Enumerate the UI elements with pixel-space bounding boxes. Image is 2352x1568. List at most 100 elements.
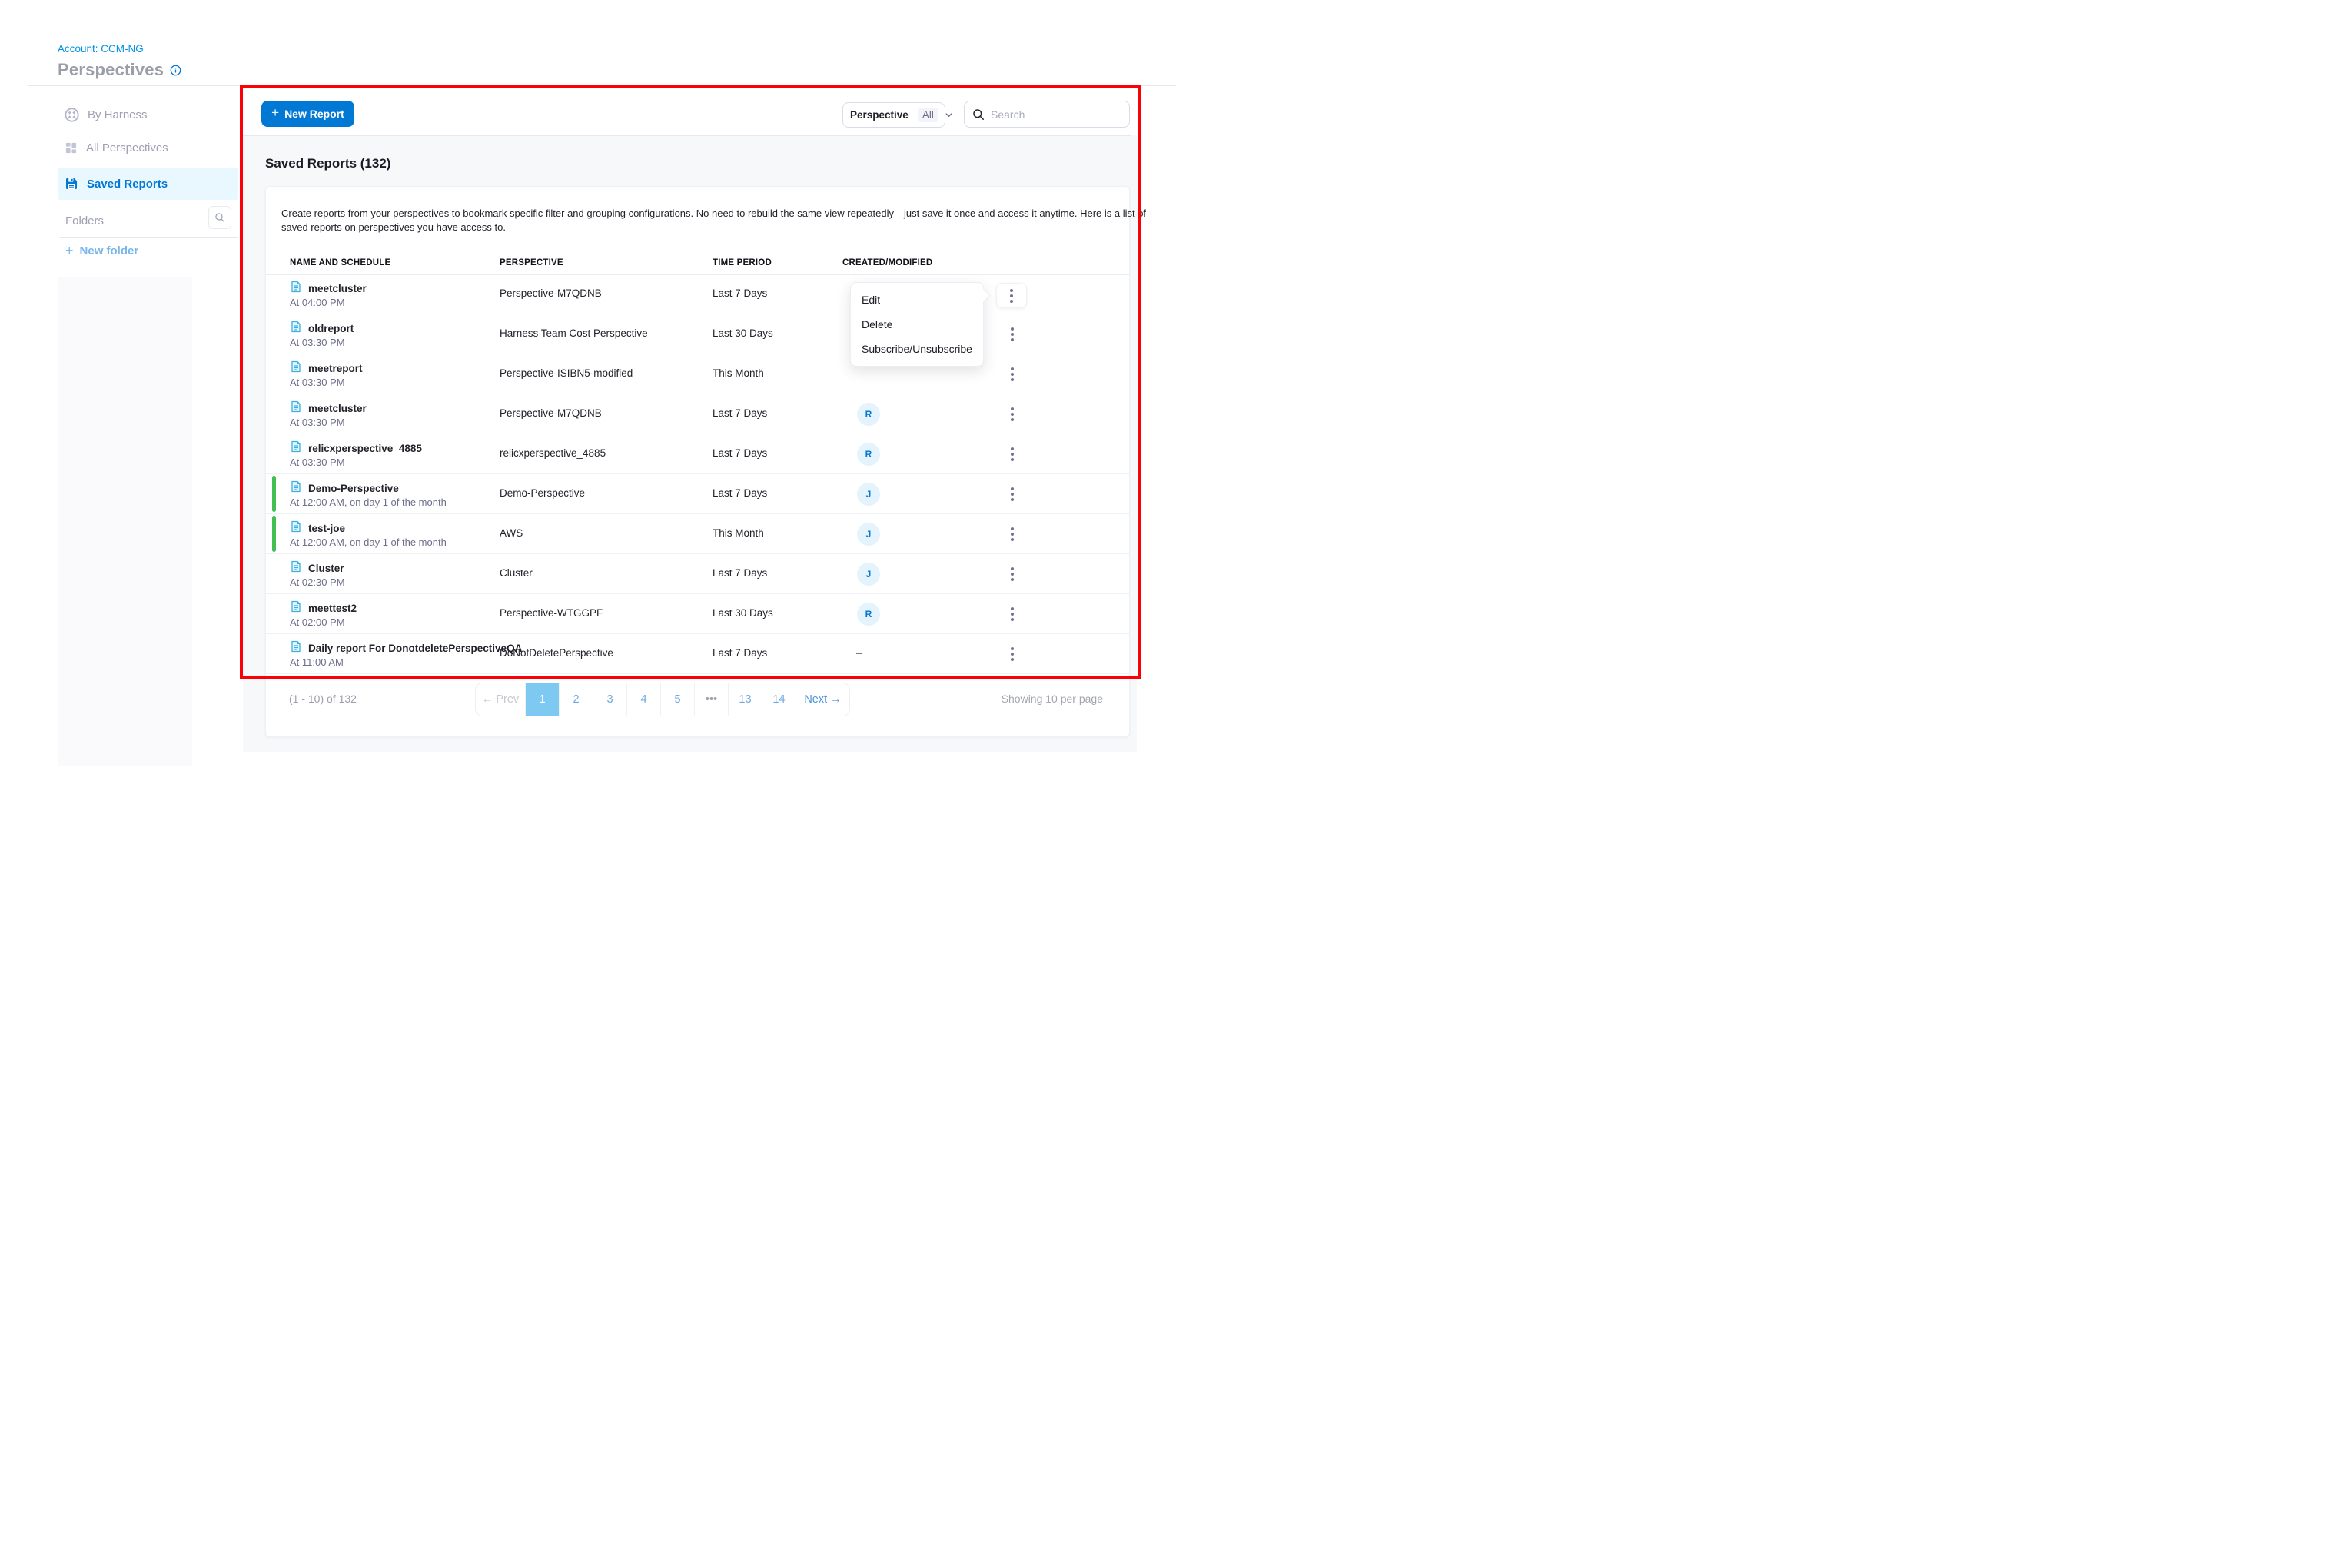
table-row[interactable]: oldreport At 03:30 PM Harness Team Cost … xyxy=(266,314,1129,354)
table-row[interactable]: test-joe At 12:00 AM, on day 1 of the mo… xyxy=(266,514,1129,554)
report-name: meetreport xyxy=(308,363,363,374)
description: Create reports from your perspectives to… xyxy=(281,207,1119,234)
pagination-next-button[interactable]: Next → xyxy=(796,683,849,716)
report-icon xyxy=(290,520,302,537)
row-menu-button[interactable] xyxy=(1002,524,1023,544)
new-folder-button[interactable]: + New folder xyxy=(65,243,138,259)
report-icon xyxy=(290,400,302,417)
pagination-page-14[interactable]: 14 xyxy=(762,683,796,716)
table-row[interactable]: relicxperspective_4885 At 03:30 PM relic… xyxy=(266,434,1129,474)
report-schedule: At 12:00 AM, on day 1 of the month xyxy=(290,537,447,548)
plus-icon: + xyxy=(65,243,74,259)
report-icon xyxy=(290,480,302,497)
header-divider xyxy=(28,85,1176,86)
perspective-cell: relicxperspective_4885 xyxy=(500,447,606,459)
active-schedule-indicator xyxy=(272,476,276,512)
time-period-cell: Last 30 Days xyxy=(713,607,773,619)
context-menu-subscribe[interactable]: Subscribe/Unsubscribe xyxy=(851,337,983,361)
created-by-avatar: J xyxy=(857,523,880,546)
report-icon xyxy=(290,600,302,616)
report-schedule: At 02:30 PM xyxy=(290,576,345,588)
report-name: test-joe xyxy=(308,523,345,534)
report-schedule: At 03:30 PM xyxy=(290,377,345,388)
folders-divider xyxy=(60,237,238,238)
report-schedule: At 04:00 PM xyxy=(290,297,345,308)
created-by-avatar: J xyxy=(857,483,880,506)
filter-label: Perspective xyxy=(850,109,909,121)
new-folder-label: New folder xyxy=(80,244,139,257)
column-header-created-modified: CREATED/MODIFIED xyxy=(842,258,932,267)
harness-logo-icon xyxy=(65,108,79,122)
time-period-cell: Last 7 Days xyxy=(713,407,767,419)
report-icon xyxy=(290,281,302,297)
search-icon xyxy=(214,212,225,223)
report-icon xyxy=(290,560,302,576)
report-icon xyxy=(290,360,302,377)
sidebar-item-all-perspectives[interactable]: All Perspectives xyxy=(58,135,238,161)
table-row[interactable]: meettest2 At 02:00 PM Perspective-WTGGPF… xyxy=(266,594,1129,634)
folders-search-button[interactable] xyxy=(208,206,231,229)
search-input[interactable] xyxy=(991,108,1130,121)
row-menu-button[interactable] xyxy=(1002,604,1023,624)
table-row[interactable]: Demo-Perspective At 12:00 AM, on day 1 o… xyxy=(266,474,1129,514)
perspective-cell: Perspective-M7QDNB xyxy=(500,407,602,419)
context-menu-delete[interactable]: Delete xyxy=(851,312,983,337)
pagination-page-3[interactable]: 3 xyxy=(593,683,626,716)
sidebar-item-saved-reports[interactable]: Saved Reports xyxy=(58,168,238,200)
report-name: Daily report For DonotdeletePerspectiveQ… xyxy=(308,643,522,654)
time-period-cell: This Month xyxy=(713,527,764,539)
pagination-page-5[interactable]: 5 xyxy=(660,683,694,716)
folders-label: Folders xyxy=(65,214,104,228)
pagination-page-2[interactable]: 2 xyxy=(559,683,593,716)
page-title: Perspectives xyxy=(58,60,164,80)
report-name: oldreport xyxy=(308,323,354,334)
sidebar-item-by-harness[interactable]: By Harness xyxy=(58,101,238,128)
pagination-range: (1 - 10) of 132 xyxy=(289,693,357,705)
perspectives-page: Account: CCM-NG Perspectives By Harness … xyxy=(0,0,1176,784)
saved-reports-card: Create reports from your perspectives to… xyxy=(265,186,1130,737)
sidebar-item-label: Saved Reports xyxy=(87,178,168,191)
table-row[interactable]: Cluster At 02:30 PM Cluster Last 7 Days … xyxy=(266,554,1129,594)
time-period-cell: Last 7 Days xyxy=(713,647,767,659)
row-menu-button[interactable] xyxy=(1002,644,1023,664)
pagination-page-4[interactable]: 4 xyxy=(626,683,660,716)
table-row[interactable]: Daily report For DonotdeletePerspectiveQ… xyxy=(266,634,1129,674)
time-period-cell: Last 7 Days xyxy=(713,567,767,579)
plus-icon: + xyxy=(271,105,279,121)
perspective-cell: AWS xyxy=(500,527,523,539)
pagination-page-1[interactable]: 1 xyxy=(525,683,559,716)
report-schedule: At 03:30 PM xyxy=(290,337,345,348)
search-box xyxy=(964,101,1130,128)
page-title-wrap: Perspectives xyxy=(58,60,181,80)
perspective-cell: Cluster xyxy=(500,567,533,579)
perspective-cell: Perspective-WTGGPF xyxy=(500,607,603,619)
report-icon xyxy=(290,321,302,337)
row-menu-button[interactable] xyxy=(1002,484,1023,504)
new-report-button[interactable]: + New Report xyxy=(261,101,354,127)
row-menu-button[interactable] xyxy=(1002,404,1023,424)
floppy-disk-icon xyxy=(65,177,78,191)
pagination-ellipsis: ••• xyxy=(694,683,728,716)
perspective-cell: Harness Team Cost Perspective xyxy=(500,327,648,339)
row-menu-button-active[interactable] xyxy=(996,283,1027,308)
report-schedule: At 11:00 AM xyxy=(290,656,344,668)
row-menu-button[interactable] xyxy=(1002,564,1023,584)
perspective-cell: Demo-Perspective xyxy=(500,487,585,499)
context-menu-edit[interactable]: Edit xyxy=(851,287,983,312)
account-breadcrumb[interactable]: Account: CCM-NG xyxy=(58,43,144,55)
report-name: meettest2 xyxy=(308,603,357,614)
table-row[interactable]: meetcluster At 03:30 PM Perspective-M7QD… xyxy=(266,394,1129,434)
row-menu-button[interactable] xyxy=(1002,444,1023,464)
per-page-label: Showing 10 per page xyxy=(1002,693,1103,705)
created-by-avatar: R xyxy=(857,443,880,466)
description-line-2: saved reports on perspectives you have a… xyxy=(281,221,1119,234)
created-by-avatar: R xyxy=(857,603,880,626)
time-period-cell: Last 7 Days xyxy=(713,447,767,459)
table-row[interactable]: meetreport At 03:30 PM Perspective-ISIBN… xyxy=(266,354,1129,394)
row-menu-button[interactable] xyxy=(1002,324,1023,344)
pagination-page-13[interactable]: 13 xyxy=(728,683,762,716)
pagination-prev-button[interactable]: ← Prev xyxy=(476,683,525,716)
row-menu-button[interactable] xyxy=(1002,364,1023,384)
info-icon[interactable] xyxy=(170,65,181,76)
perspective-filter-dropdown[interactable]: Perspective All xyxy=(842,102,945,128)
